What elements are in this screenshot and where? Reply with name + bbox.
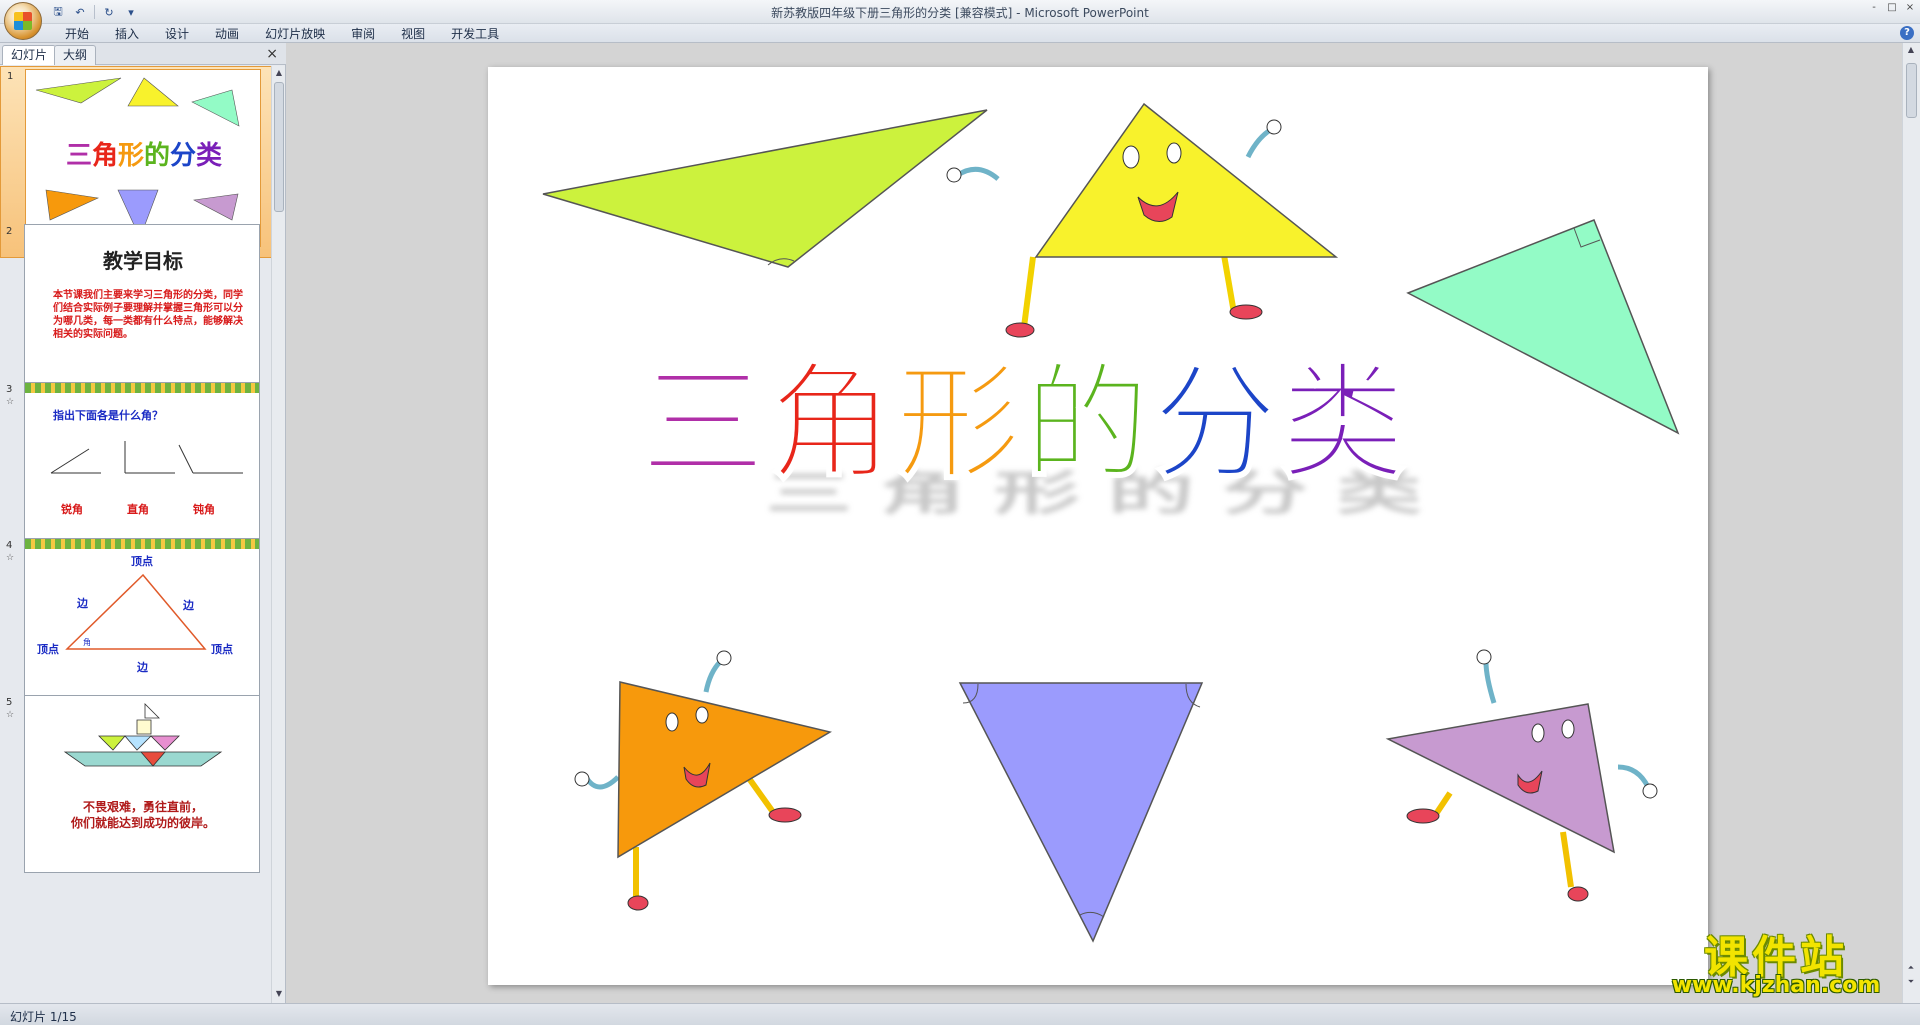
tab-view[interactable]: 视图 — [388, 25, 438, 43]
slide-number: 4 ☆ — [6, 540, 14, 564]
slide-question: 指出下面各是什么角？ — [53, 409, 163, 422]
scroll-up-icon[interactable]: ▲ — [274, 68, 284, 80]
caption-line-2: 你们就能达到成功的彼岸。 — [70, 816, 215, 830]
minimize-button[interactable]: - — [1868, 2, 1880, 13]
tab-home[interactable]: 开始 — [52, 25, 102, 43]
office-button[interactable] — [4, 2, 42, 40]
tab-slideshow[interactable]: 幻灯片放映 — [252, 25, 338, 43]
slide-body: 本节课我们主要来学习三角形的分类，同学们结合实际例子要理解并掌握三角形可以分为哪… — [53, 290, 243, 340]
app-name: Microsoft PowerPoint — [1024, 6, 1149, 20]
window-title: 新苏教版四年级下册三角形的分类 [兼容模式] - Microsoft Power… — [771, 6, 1149, 20]
office-logo-icon — [14, 12, 32, 30]
yellow-cartoon-triangle — [946, 102, 1339, 338]
slide-number: 2 — [6, 226, 13, 237]
violet-cartoon-triangle — [1385, 649, 1658, 902]
watermark-url: www.kjzhan.com — [1671, 973, 1881, 998]
previous-slide-icon[interactable]: ⏶ — [1906, 963, 1916, 975]
side-bottom-label: 边 — [137, 661, 148, 674]
slide-number-text: 4 — [6, 540, 13, 551]
mint-right-triangle — [1406, 219, 1680, 435]
animation-icon: ☆ — [6, 397, 15, 407]
green-obtuse-triangle — [542, 109, 988, 268]
document-title: 新苏教版四年级下册三角形的分类 [兼容模式] — [771, 6, 1013, 20]
slide-preview: 指出下面各是什么角？ 锐角 直角 钝角 — [24, 382, 260, 560]
animation-icon: ☆ — [6, 710, 15, 720]
slide-preview: 不畏艰难，勇往直前， 你们就能达到成功的彼岸。 — [24, 695, 260, 873]
title-char-6: 类 — [1280, 350, 1406, 497]
pane-tabs: 幻灯片 大纲 × — [0, 43, 286, 65]
slide-preview: 教学目标 本节课我们主要来学习三角形的分类，同学们结合实际例子要理解并掌握三角形… — [24, 224, 260, 402]
vertex-left-label: 顶点 — [37, 643, 59, 656]
help-icon[interactable]: ? — [1900, 26, 1914, 40]
slide-number: 3 ☆ — [6, 384, 14, 408]
scroll-down-icon[interactable]: ▼ — [274, 989, 284, 1001]
tab-animations[interactable]: 动画 — [202, 25, 252, 43]
slide-number-text: 5 — [6, 697, 13, 708]
tab-design[interactable]: 设计 — [152, 25, 202, 43]
ribbon-tabs: 开始 插入 设计 动画 幻灯片放映 审阅 视图 开发工具 — [52, 25, 512, 43]
blue-inverted-triangle — [958, 682, 1204, 943]
right-angle-label: 直角 — [127, 503, 149, 516]
thumb-title: 三角形的分类 — [66, 140, 222, 171]
slide-artwork: 三角形的分类 三角形的分类 — [542, 102, 1680, 943]
slide-heading: 教学目标 — [103, 249, 183, 273]
status-bar: 幻灯片 1/15 — [0, 1003, 1920, 1025]
scroll-up-icon[interactable]: ▲ — [1906, 45, 1916, 57]
window-controls: - □ × — [1868, 2, 1916, 13]
slides-pane: 幻灯片 大纲 × 1 三角形的分类 2 教学目标 本节课我们主要来学习三角形的分… — [0, 43, 286, 1003]
slide-thumbnail-5[interactable]: 5 ☆ 不畏艰难，勇往直前， 你们就能达到成功的彼岸。 — [0, 693, 272, 885]
scroll-thumb[interactable] — [274, 82, 284, 212]
next-slide-icon[interactable]: ⏷ — [1906, 977, 1916, 989]
close-pane-icon[interactable]: × — [266, 46, 278, 62]
title-char-2: 角 — [768, 350, 894, 497]
slide-scrollbar[interactable]: ▲ ⏶ ⏷ — [1902, 43, 1920, 1003]
maximize-button[interactable]: □ — [1886, 2, 1898, 13]
slide-number: 1 — [7, 71, 14, 82]
title-char-3: 形 — [896, 350, 1022, 497]
tab-review[interactable]: 审阅 — [338, 25, 388, 43]
scroll-thumb[interactable] — [1906, 63, 1917, 118]
title-char-5: 分 — [1152, 350, 1278, 497]
vertex-top-label: 顶点 — [131, 555, 153, 568]
site-watermark: 课件站 www.kjzhan.com — [1652, 921, 1900, 1005]
angles-diagram — [50, 441, 243, 474]
side-right-label: 边 — [183, 599, 194, 612]
slide-counter: 幻灯片 1/15 — [10, 1010, 77, 1024]
acute-label: 锐角 — [61, 503, 83, 516]
caption-line-1: 不畏艰难，勇往直前， — [82, 800, 203, 814]
slide-preview: 顶点 边 边 顶点 顶点 边 角 — [24, 538, 260, 716]
tab-slides[interactable]: 幻灯片 — [2, 45, 57, 65]
side-left-label: 边 — [77, 597, 88, 610]
animation-icon: ☆ — [6, 553, 15, 563]
close-button[interactable]: × — [1904, 2, 1916, 13]
tab-outline[interactable]: 大纲 — [54, 45, 97, 65]
thumbnail-scrollbar[interactable]: ▲ ▼ — [271, 66, 285, 1003]
slide-thumbnails: 1 三角形的分类 2 教学目标 本节课我们主要来学习三角形的分类，同学们结合实际… — [0, 66, 272, 1003]
slide-number: 5 ☆ — [6, 697, 14, 721]
tab-insert[interactable]: 插入 — [102, 25, 152, 43]
slide-preview: 三角形的分类 — [25, 69, 261, 247]
tab-developer[interactable]: 开发工具 — [438, 25, 512, 43]
current-slide[interactable]: 三角形的分类 三角形的分类 — [488, 67, 1708, 985]
orange-cartoon-triangle — [574, 650, 832, 911]
slide-1-preview-art: 三角形的分类 — [35, 77, 240, 239]
title-bar: 🖫 ↶ ↻ ▾ 新苏教版四年级下册三角形的分类 [兼容模式] - Microso… — [0, 0, 1920, 40]
slide-editor: 三角形的分类 三角形的分类 — [290, 43, 1902, 1003]
ribbon: 开始 插入 设计 动画 幻灯片放映 审阅 视图 开发工具 ? — [0, 24, 1920, 43]
angle-label: 角 — [83, 638, 91, 647]
vertex-right-label: 顶点 — [211, 643, 233, 656]
slide-number-text: 3 — [6, 384, 13, 395]
decorative-border — [25, 383, 259, 393]
tangram-boat — [63, 703, 223, 767]
title-char-1: 三 — [640, 350, 766, 497]
obtuse-label: 钝角 — [193, 503, 215, 516]
title-char-4: 的 — [1024, 350, 1150, 497]
